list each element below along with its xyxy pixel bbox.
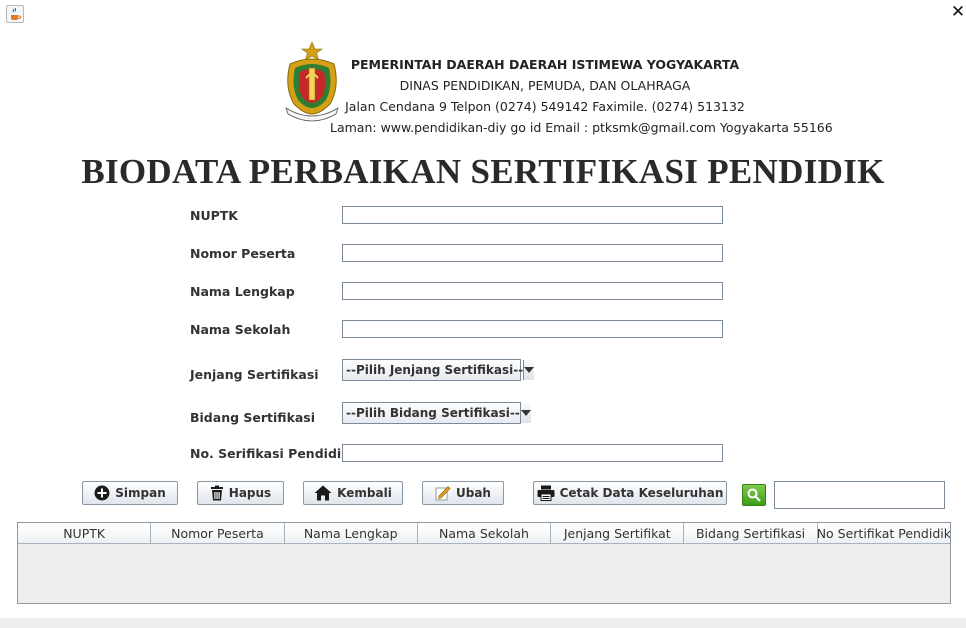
header-contact: Laman: www.pendidikan-diy go id Email : … xyxy=(330,120,833,135)
close-window-button[interactable]: ✕ xyxy=(950,4,966,21)
chevron-down-icon[interactable] xyxy=(523,360,535,380)
simpan-button[interactable]: Simpan xyxy=(82,481,178,505)
jenjang-sertifikasi-label: Jenjang Sertifikasi xyxy=(190,367,319,382)
column-header-nuptk[interactable]: NUPTK xyxy=(18,523,152,543)
nama-sekolah-label: Nama Sekolah xyxy=(190,322,291,337)
bidang-sertifikasi-label: Bidang Sertifikasi xyxy=(190,410,316,425)
header-department-name: DINAS PENDIDIKAN, PEMUDA, DAN OLAHRAGA xyxy=(399,78,691,93)
nama-lengkap-label: Nama Lengkap xyxy=(190,284,295,299)
ubah-label: Ubah xyxy=(456,486,491,500)
jenjang-sertifikasi-dropdown[interactable]: --Pilih Jenjang Sertifikasi-- xyxy=(342,359,535,381)
table-body xyxy=(18,544,950,604)
kembali-label: Kembali xyxy=(337,486,392,500)
nuptk-label: NUPTK xyxy=(190,208,238,223)
nama-lengkap-input[interactable] xyxy=(342,282,723,300)
column-header-bidang-sertifikasi[interactable]: Bidang Sertifikasi xyxy=(684,523,818,543)
header-address: Jalan Cendana 9 Telpon (0274) 549142 Fax… xyxy=(345,99,745,114)
chevron-down-icon[interactable] xyxy=(519,403,531,423)
column-header-nomor-peserta[interactable]: Nomor Peserta xyxy=(151,523,285,543)
search-input[interactable] xyxy=(774,481,945,509)
plus-circle-icon xyxy=(94,485,110,501)
window-bottom-edge xyxy=(0,618,966,628)
simpan-label: Simpan xyxy=(115,486,166,500)
cetak-button[interactable]: Cetak Data Keseluruhan xyxy=(533,481,727,505)
printer-icon xyxy=(537,485,555,501)
nuptk-input[interactable] xyxy=(342,206,723,224)
nama-sekolah-input[interactable] xyxy=(342,320,723,338)
data-table[interactable]: NUPTK Nomor Peserta Nama Lengkap Nama Se… xyxy=(17,522,951,604)
trash-icon xyxy=(210,485,223,501)
column-header-jenjang-sertifikat[interactable]: Jenjang Sertifikat xyxy=(551,523,685,543)
table-header: NUPTK Nomor Peserta Nama Lengkap Nama Se… xyxy=(18,523,950,544)
header-government-name: PEMERINTAH DAERAH DAERAH ISTIMEWA YOGYAK… xyxy=(350,57,740,72)
nomor-peserta-label: Nomor Peserta xyxy=(190,246,296,261)
hapus-label: Hapus xyxy=(228,486,272,500)
bidang-sertifikasi-dropdown[interactable]: --Pilih Bidang Sertifikasi-- xyxy=(342,402,531,424)
column-header-no-sertifikat-pendidik[interactable]: No Sertifikat Pendidik xyxy=(818,523,950,543)
home-icon xyxy=(314,485,332,501)
edit-icon xyxy=(435,486,451,501)
search-icon xyxy=(747,488,761,502)
search-button[interactable] xyxy=(742,484,766,506)
java-cup-icon xyxy=(6,5,24,23)
bidang-selected-value: --Pilih Bidang Sertifikasi-- xyxy=(346,406,520,420)
column-header-nama-sekolah[interactable]: Nama Sekolah xyxy=(418,523,552,543)
no-sertifikasi-label: No. Serifikasi Pendidik xyxy=(190,446,350,461)
column-header-nama-lengkap[interactable]: Nama Lengkap xyxy=(285,523,418,543)
kembali-button[interactable]: Kembali xyxy=(303,481,403,505)
cetak-label: Cetak Data Keseluruhan xyxy=(559,486,724,500)
ubah-button[interactable]: Ubah xyxy=(422,481,504,505)
hapus-button[interactable]: Hapus xyxy=(197,481,284,505)
no-sertifikasi-input[interactable] xyxy=(342,444,723,462)
nomor-peserta-input[interactable] xyxy=(342,244,723,262)
page-title: BIODATA PERBAIKAN SERTIFIKASI PENDIDIK xyxy=(81,152,885,191)
jenjang-selected-value: --Pilih Jenjang Sertifikasi-- xyxy=(346,363,524,377)
